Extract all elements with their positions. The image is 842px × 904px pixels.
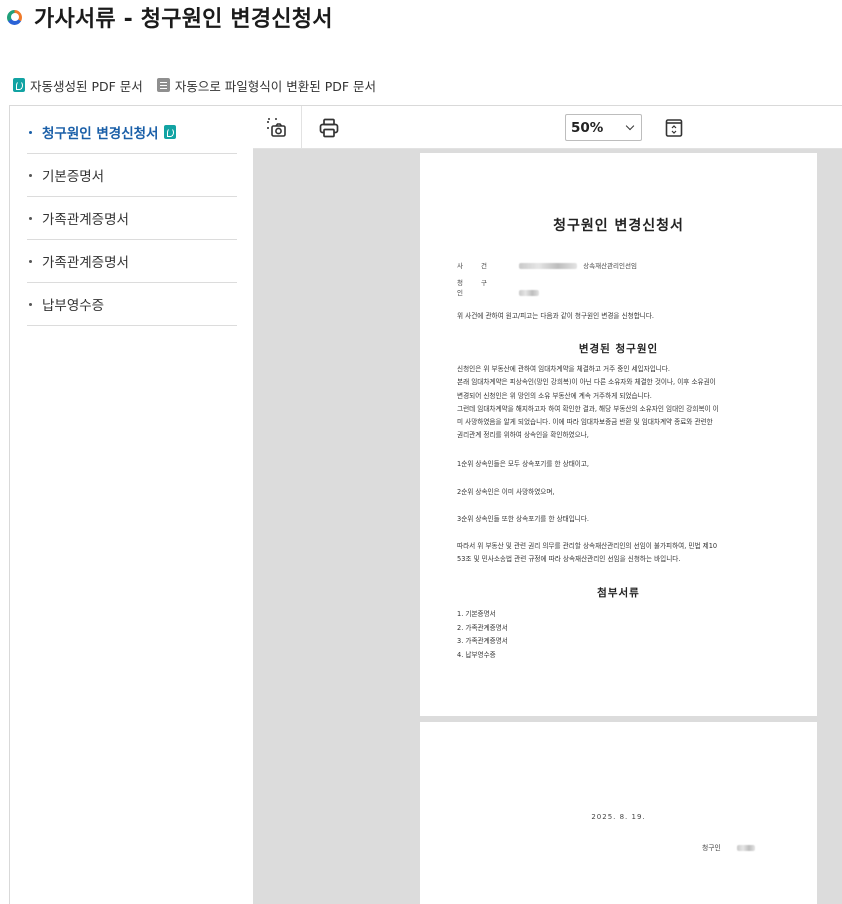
print-button[interactable] — [316, 115, 342, 141]
sidebar-item-label: 가족관계증명서 — [42, 212, 129, 228]
body-paragraph: 신청인은 위 부동산에 관하여 임대차계약을 체결하고 거주 중인 세입자입니다… — [457, 363, 762, 443]
first-heir-line: 1순위 상속인들은 모두 상속포기를 한 상태이고, — [457, 460, 590, 468]
pdf-page-1: 청구원인 변경신청서 사 건 상속재산관리인선임 청 구 인 위 사건에 관하여… — [420, 153, 817, 716]
intro-text: 위 사건에 관하여 원고/피고는 다음과 같이 청구원인 변경을 신청합니다. — [457, 312, 655, 320]
claimant-label: 청 구 인 — [457, 279, 496, 297]
document-list: 청구원인 변경신청서 기본증명서 가족관계증명서 가족관계증명서 납부영수증 — [27, 111, 237, 326]
redacted-case-number — [519, 263, 578, 269]
attachments-list: 1. 기본증명서 2. 가족관계증명서 3. 가족관계증명서 4. 납부영수증 — [457, 608, 508, 662]
bullet-icon — [29, 173, 32, 177]
claimant-row: 청 구 인 — [457, 277, 543, 297]
legend-converted-pdf-label: 자동으로 파일형식이 변환된 PDF 문서 — [174, 78, 377, 94]
body-line: 그런데 임대차계약을 해지하고자 하여 확인한 결과, 해당 부동산의 소유자인… — [457, 404, 719, 413]
document-sidebar: 청구원인 변경신청서 기본증명서 가족관계증명서 가족관계증명서 납부영수증 — [10, 106, 253, 904]
page-header: 가사서류 - 청구원인 변경신청서 — [7, 2, 333, 32]
document-title: 청구원인 변경신청서 — [553, 218, 684, 234]
case-label: 사 건 — [457, 262, 496, 270]
sidebar-item-label: 납부영수증 — [42, 298, 105, 314]
toolbar-divider — [301, 106, 302, 149]
case-row: 사 건 상속재산관리인선임 — [457, 260, 637, 270]
changed-heading: 변경된 청구원인 — [578, 343, 659, 355]
conclusion-paragraph: 따라서 위 부동산 및 관련 권리 의무를 관리할 상속재산관리인의 선임이 불… — [457, 540, 762, 567]
body-line: 본래 임대차계약은 피상속인(망인 강희복)이 아닌 다른 소유자와 체결한 것… — [457, 378, 716, 387]
zoom-select[interactable]: 50% — [565, 114, 642, 141]
zoom-value: 50% — [571, 119, 604, 136]
attachment-item: 1. 기본증명서 — [457, 610, 496, 618]
redacted-signature — [736, 845, 755, 851]
document-panel: 청구원인 변경신청서 기본증명서 가족관계증명서 가족관계증명서 납부영수증 5… — [9, 105, 842, 904]
pdf-icon — [13, 78, 25, 92]
legend-auto-pdf-label: 자동생성된 PDF 문서 — [30, 78, 143, 94]
document-icon — [156, 78, 170, 92]
capture-icon — [267, 118, 286, 137]
case-suffix: 상속재산관리인선임 — [583, 262, 637, 270]
capture-button[interactable] — [264, 115, 290, 141]
sidebar-item-label: 청구원인 변경신청서 — [42, 126, 159, 142]
chevron-down-icon — [625, 121, 635, 130]
fit-page-button[interactable] — [661, 115, 687, 141]
bullet-icon — [29, 302, 32, 306]
legend: 자동생성된 PDF 문서 자동으로 파일형식이 변환된 PDF 문서 — [13, 76, 390, 94]
attachments-heading: 첨부서류 — [597, 587, 640, 599]
document-date: 2025. 8. 19. — [591, 813, 646, 821]
sidebar-item-payment-receipt[interactable]: 납부영수증 — [27, 283, 237, 326]
second-heir-line: 2순위 상속인은 이미 사망하였으며, — [457, 488, 555, 496]
page-title: 가사서류 - 청구원인 변경신청서 — [34, 7, 333, 32]
conclusion-line: 53조 및 민사소송법 관련 규정에 따라 상속재산관리인 선임을 신청하는 바… — [457, 555, 681, 564]
body-line: 권리관계 정리를 위하여 상속인을 확인하였으나, — [457, 431, 589, 440]
body-line: 신청인은 위 부동산에 관하여 임대차계약을 체결하고 거주 중인 세입자입니다… — [457, 365, 670, 373]
signer-label: 청구인 — [702, 844, 721, 852]
pdf-icon — [164, 125, 177, 139]
attachment-item: 3. 가족관계증명서 — [457, 637, 508, 645]
bullet-icon — [29, 130, 32, 134]
signature-row: 청구인 — [702, 842, 759, 852]
body-line: 미 사망하였음을 알게 되었습니다. 이에 따라 임대차보증금 반환 및 임대차… — [457, 418, 713, 427]
bullet-icon — [29, 216, 32, 220]
sidebar-item-basic-certificate[interactable]: 기본증명서 — [27, 154, 237, 197]
sidebar-item-family-certificate-2[interactable]: 가족관계증명서 — [27, 240, 237, 283]
conclusion-line: 따라서 위 부동산 및 관련 권리 의무를 관리할 상속재산관리인의 선임이 불… — [457, 542, 718, 550]
sidebar-item-label: 기본증명서 — [42, 169, 105, 185]
sidebar-item-label: 가족관계증명서 — [42, 255, 129, 271]
sidebar-item-claim-change[interactable]: 청구원인 변경신청서 — [27, 111, 237, 154]
pdf-page-2: 2025. 8. 19. 청구인 — [420, 722, 817, 904]
print-icon — [319, 118, 339, 138]
pdf-viewer: 50% 청구원인 변경신청서 사 건 상속재산관리인선임 청 구 인 위 사건에… — [253, 106, 842, 904]
third-heir-line: 3순위 상속인들 또한 상속포기를 한 상태입니다. — [457, 515, 590, 523]
legend-converted-pdf: 자동으로 파일형식이 변환된 PDF 문서 — [156, 76, 377, 95]
sidebar-item-family-certificate-1[interactable]: 가족관계증명서 — [27, 197, 237, 240]
body-line: 변경되어 신청인은 위 망인의 소유 부동산에 계속 거주하게 되었습니다. — [457, 391, 652, 400]
redacted-claimant — [519, 290, 540, 296]
legend-auto-pdf: 자동생성된 PDF 문서 — [13, 76, 143, 95]
attachment-item: 4. 납부영수증 — [457, 650, 496, 659]
viewer-toolbar: 50% — [253, 106, 842, 149]
title-ring-icon — [7, 9, 22, 25]
attachment-item: 2. 가족관계증명서 — [457, 623, 508, 632]
bullet-icon — [29, 259, 32, 263]
fit-page-icon — [665, 119, 683, 137]
